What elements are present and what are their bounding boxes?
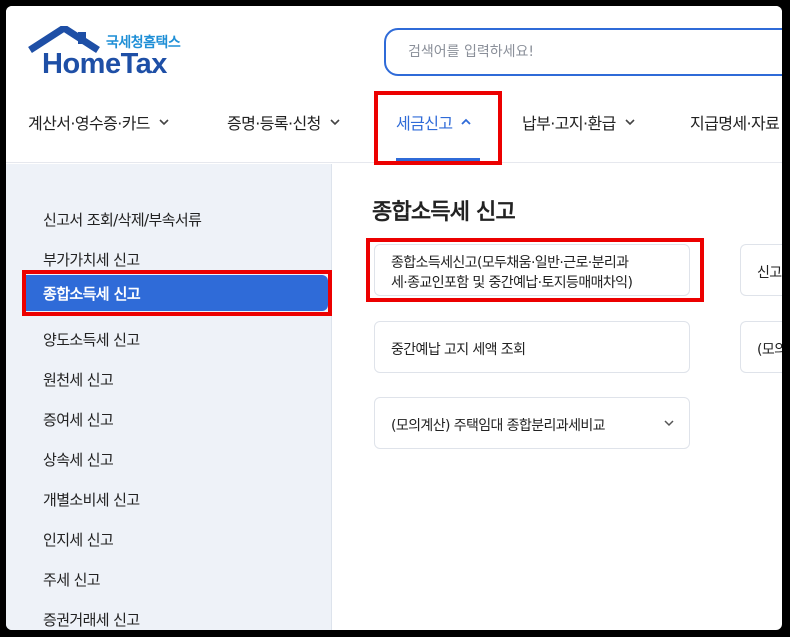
sidebar: 신고서 조회/삭제/부속서류 부가가치세 신고 종합소득세 신고 양도소득세 신… xyxy=(6,164,332,630)
search-input[interactable] xyxy=(384,28,782,76)
sidebar-item-capital-gains[interactable]: 양도소득세 신고 xyxy=(43,329,140,350)
card-label: 중간예납 고지 세액 조회 xyxy=(391,342,526,358)
nav-item-statements[interactable]: 지급명세·자료 xyxy=(690,102,780,142)
app-window: 국세청홈택스 HomeTax 계산서·영수증·카드 증명·등록·신청 세금신고 … xyxy=(6,6,782,630)
card-label: (모의계산) 주택임대 종합분리과세비교 xyxy=(391,418,606,434)
card-highlight-box xyxy=(366,238,704,302)
hometax-logo[interactable]: 국세청홈택스 HomeTax xyxy=(28,26,188,82)
sidebar-item-withholding[interactable]: 원천세 신고 xyxy=(43,369,114,390)
partial-card-right-1[interactable]: 신고 xyxy=(740,244,782,296)
nav-label: 계산서·영수증·카드 xyxy=(28,114,151,133)
sidebar-item-stamp-tax[interactable]: 인지세 신고 xyxy=(43,529,114,550)
sidebar-item-liquor-tax[interactable]: 주세 신고 xyxy=(43,569,101,590)
interim-tax-inquiry-card[interactable]: 중간예납 고지 세액 조회 xyxy=(374,321,690,373)
partial-card-right-2[interactable]: (모의 xyxy=(740,321,782,373)
chevron-down-icon xyxy=(330,119,340,126)
chevron-down-icon xyxy=(664,420,674,427)
nav-item-invoices[interactable]: 계산서·영수증·카드 xyxy=(28,102,170,142)
nav-item-payment[interactable]: 납부·고지·환급 xyxy=(522,102,636,142)
nav-label: 증명·등록·신청 xyxy=(227,114,321,133)
rental-simulation-card[interactable]: (모의계산) 주택임대 종합분리과세비교 xyxy=(374,397,690,449)
chevron-down-icon xyxy=(625,119,635,126)
chevron-down-icon xyxy=(159,119,169,126)
nav-label: 지급명세·자료 xyxy=(690,114,780,133)
card-label: (모의 xyxy=(757,342,782,358)
page-title: 종합소득세 신고 xyxy=(372,200,516,225)
sidebar-item-vat[interactable]: 부가가치세 신고 xyxy=(43,249,140,270)
sidebar-item-excise[interactable]: 개별소비세 신고 xyxy=(43,489,140,510)
sidebar-item-securities[interactable]: 증권거래세 신고 xyxy=(43,609,140,630)
sidebar-item-inheritance[interactable]: 상속세 신고 xyxy=(43,449,114,470)
nav-item-certificates[interactable]: 증명·등록·신청 xyxy=(227,102,341,142)
logo-english-text: HomeTax xyxy=(42,48,167,80)
sidebar-item-gift-tax[interactable]: 증여세 신고 xyxy=(43,409,114,430)
nav-highlight-box xyxy=(374,91,502,165)
nav-label: 납부·고지·환급 xyxy=(522,114,616,133)
sidebar-item-inquiry[interactable]: 신고서 조회/삭제/부속서류 xyxy=(43,209,202,230)
sidebar-highlight-box xyxy=(22,270,332,316)
card-label: 신고 xyxy=(757,265,782,281)
